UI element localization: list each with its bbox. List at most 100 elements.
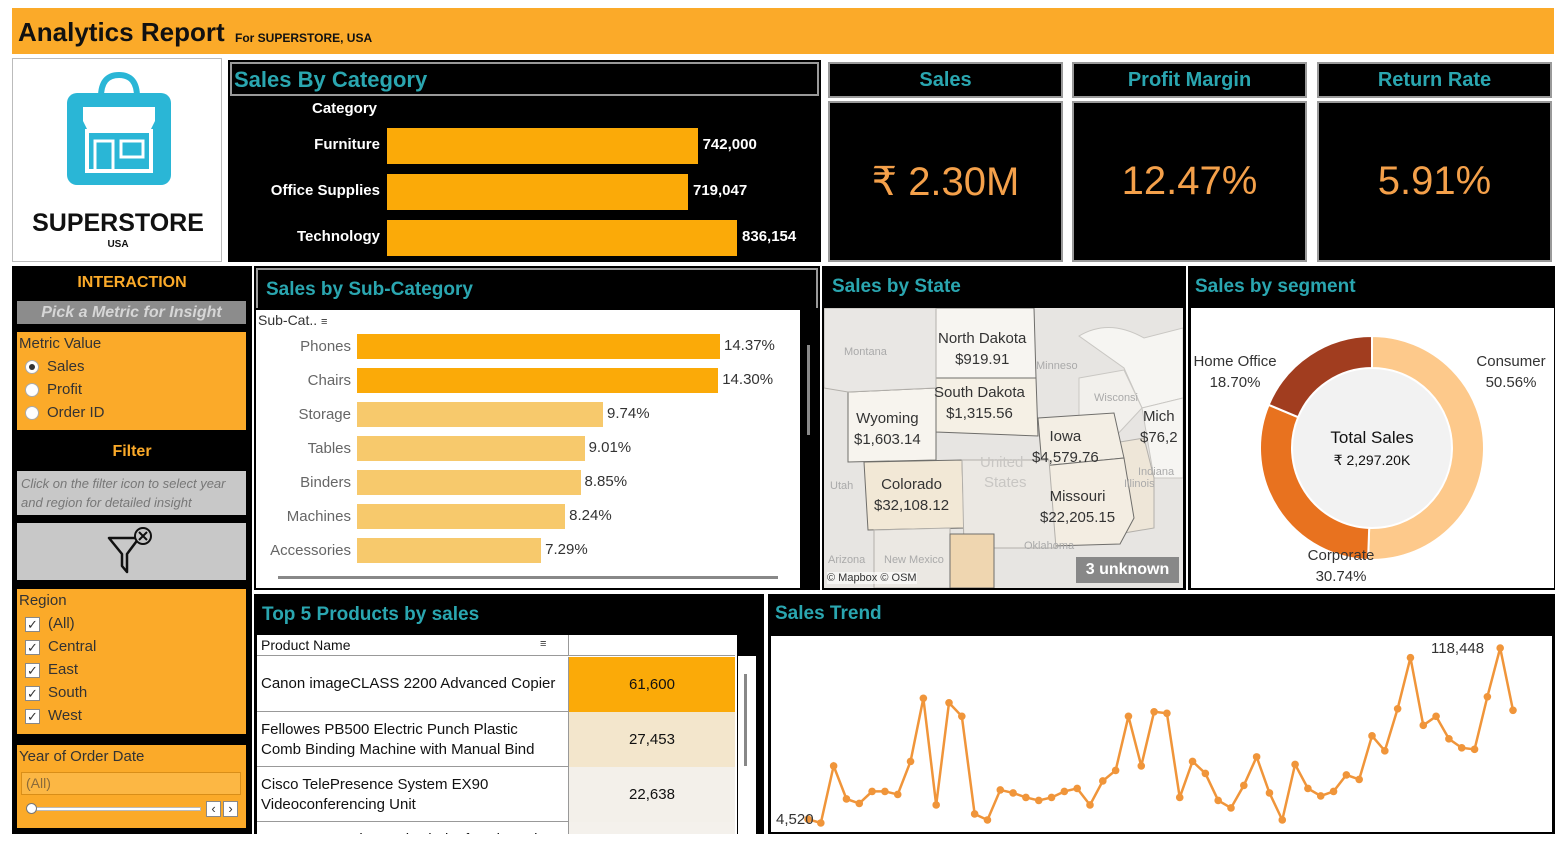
state-label[interactable]: Iowa $4,579.76 [1032, 426, 1099, 468]
region-option[interactable]: ✓ Central [17, 635, 246, 658]
trend-point[interactable] [983, 816, 992, 824]
metric-option[interactable]: Sales [17, 355, 246, 378]
trend-point[interactable] [1316, 792, 1325, 800]
subcategory-bar[interactable] [357, 334, 720, 359]
state-label[interactable]: Mich $76,2 [1140, 406, 1178, 448]
trend-point[interactable] [1329, 787, 1338, 796]
radio-icon[interactable] [25, 383, 39, 398]
trend-point[interactable] [1265, 789, 1274, 797]
trend-point[interactable] [1419, 721, 1428, 730]
trend-point[interactable] [1432, 712, 1440, 721]
trend-point[interactable] [817, 819, 825, 827]
checkbox-icon[interactable]: ✓ [25, 616, 40, 632]
products-sort-icon[interactable]: ≡ [540, 638, 546, 650]
category-bar[interactable] [387, 174, 688, 210]
trend-point[interactable] [1150, 707, 1158, 716]
trend-point[interactable] [1457, 744, 1466, 752]
trend-point[interactable] [1278, 816, 1287, 824]
metric-option[interactable]: Order ID [17, 401, 246, 424]
trend-point[interactable] [958, 712, 966, 721]
state-map[interactable]: North Dakota $919.91 South Dakota $1,315.56… [824, 308, 1183, 588]
trend-point[interactable] [1342, 771, 1351, 779]
trend-point[interactable] [1496, 644, 1504, 652]
state-label[interactable]: Wyoming $1,603.14 [854, 408, 921, 450]
subcategory-bar[interactable] [357, 470, 581, 495]
trend-point[interactable] [1214, 796, 1222, 805]
filter-button[interactable] [17, 523, 246, 580]
category-bar[interactable] [387, 128, 698, 164]
subcategory-hscrollbar[interactable] [278, 576, 778, 579]
year-next-button[interactable]: › [223, 801, 238, 817]
trend-point[interactable] [1240, 781, 1248, 790]
radio-icon[interactable] [25, 360, 39, 375]
trend-point[interactable] [1509, 706, 1517, 715]
unknown-badge[interactable]: 3 unknown [1076, 557, 1179, 583]
trend-point[interactable] [1406, 653, 1415, 662]
trend-point[interactable] [1381, 747, 1389, 755]
sort-icon[interactable]: ≡ [321, 316, 327, 328]
subcategory-bar[interactable] [357, 504, 566, 529]
region-option[interactable]: ✓ (All) [17, 612, 246, 635]
trend-point[interactable] [932, 801, 940, 809]
year-prev-button[interactable]: ‹ [206, 801, 221, 817]
trend-point[interactable] [1047, 793, 1056, 802]
region-option[interactable]: ✓ South [17, 681, 246, 704]
trend-point[interactable] [1073, 784, 1081, 793]
products-scrollbar-track[interactable] [738, 656, 756, 834]
state-label[interactable]: South Dakota $1,315.56 [934, 382, 1025, 424]
products-scrollbar-thumb[interactable] [744, 674, 747, 766]
trend-point[interactable] [842, 795, 851, 803]
trend-point[interactable] [996, 786, 1005, 794]
metric-option[interactable]: Profit [17, 378, 246, 401]
region-option[interactable]: ✓ West [17, 704, 246, 727]
trend-point[interactable] [1111, 766, 1120, 775]
trend-point[interactable] [893, 790, 902, 799]
checkbox-icon[interactable]: ✓ [25, 685, 40, 701]
trend-point[interactable] [1470, 745, 1479, 754]
trend-point[interactable] [1137, 762, 1146, 770]
checkbox-icon[interactable]: ✓ [25, 639, 40, 655]
trend-point[interactable] [1086, 801, 1094, 809]
category-bar[interactable] [387, 220, 738, 256]
trend-point[interactable] [1022, 793, 1030, 802]
trend-point[interactable] [881, 787, 889, 796]
trend-point[interactable] [829, 762, 838, 770]
trend-point[interactable] [1009, 789, 1017, 797]
year-dropdown[interactable]: (All) [21, 772, 241, 795]
trend-point[interactable] [1483, 692, 1492, 701]
trend-point[interactable] [1175, 793, 1184, 802]
state-label[interactable]: Missouri $22,205.15 [1040, 486, 1115, 528]
year-slider-handle[interactable] [26, 803, 37, 814]
trend-point[interactable] [868, 787, 876, 796]
checkbox-icon[interactable]: ✓ [25, 662, 40, 678]
trend-point[interactable] [1099, 777, 1107, 785]
trend-point[interactable] [1124, 712, 1133, 721]
trend-point[interactable] [1291, 760, 1299, 769]
trend-point[interactable] [1252, 753, 1261, 761]
table-row[interactable]: Cisco TelePresence System EX90 Videoconf… [257, 767, 735, 822]
subcategory-bar[interactable] [357, 538, 542, 563]
subcategory-bar[interactable] [357, 436, 585, 461]
subcategory-vscrollbar[interactable] [807, 345, 810, 435]
trend-point[interactable] [919, 694, 928, 703]
table-row[interactable]: Fellowes PB500 Electric Punch Plastic Co… [257, 712, 735, 767]
trend-point[interactable] [945, 698, 953, 707]
trend-point[interactable] [906, 757, 915, 766]
state-label[interactable]: North Dakota $919.91 [938, 328, 1026, 370]
trend-point[interactable] [970, 810, 979, 818]
trend-point[interactable] [1060, 787, 1069, 796]
trend-point[interactable] [1368, 732, 1376, 740]
region-option[interactable]: ✓ East [17, 658, 246, 681]
subcategory-bar[interactable] [357, 368, 719, 393]
checkbox-icon[interactable]: ✓ [25, 708, 40, 724]
trend-point[interactable] [855, 799, 864, 808]
subcategory-bar[interactable] [357, 402, 604, 427]
trend-point[interactable] [1227, 804, 1235, 812]
trend-point[interactable] [1355, 775, 1363, 784]
trend-point[interactable] [1034, 796, 1043, 805]
map-attribution[interactable]: © Mapbox © OSM [827, 572, 917, 584]
state-label[interactable]: Colorado $32,108.12 [874, 474, 949, 516]
year-slider-track[interactable] [29, 807, 201, 811]
trend-point[interactable] [1201, 769, 1210, 778]
trend-point[interactable] [1445, 735, 1453, 743]
